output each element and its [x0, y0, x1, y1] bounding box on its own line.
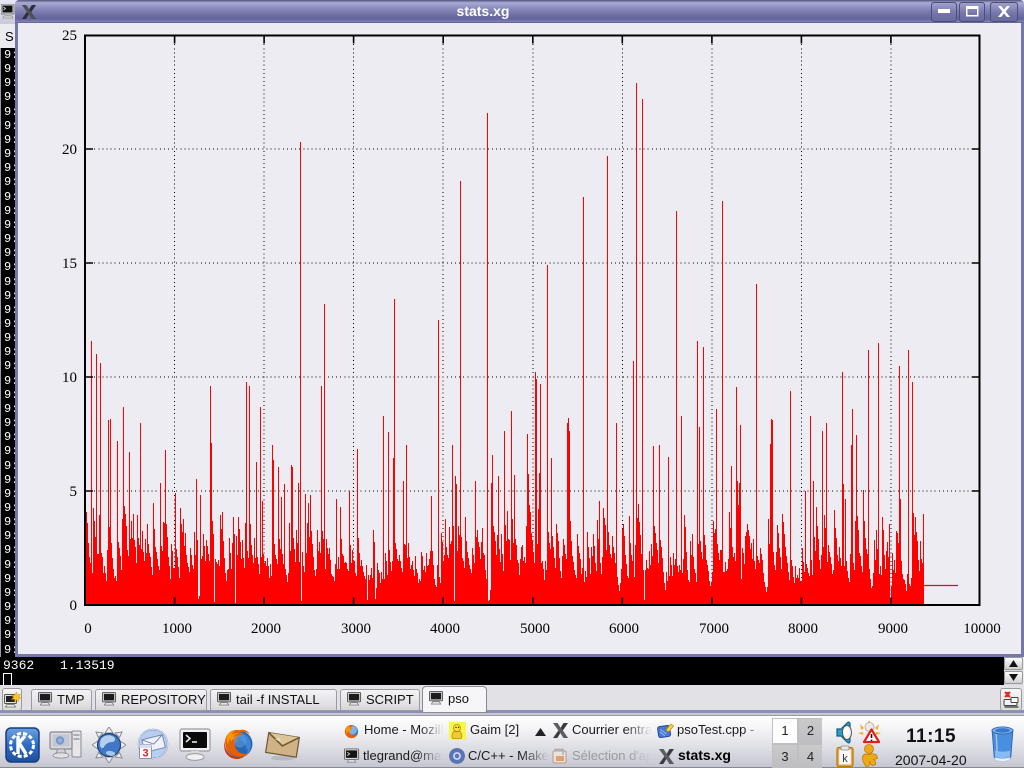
svg-text:5000: 5000 — [520, 621, 550, 637]
svg-text:k: k — [842, 753, 848, 765]
svg-text:7000: 7000 — [699, 621, 729, 637]
svg-text:20: 20 — [62, 142, 77, 158]
svg-text:6000: 6000 — [609, 621, 639, 637]
svg-text:15: 15 — [62, 256, 77, 272]
svg-text:9000: 9000 — [878, 621, 908, 637]
svg-text:0: 0 — [84, 621, 92, 637]
svg-text:25: 25 — [62, 28, 77, 44]
svg-text:4000: 4000 — [430, 621, 460, 637]
svg-text:1000: 1000 — [162, 621, 192, 637]
svg-text:10: 10 — [62, 370, 77, 386]
svg-text:3: 3 — [142, 748, 148, 760]
svg-text:0: 0 — [70, 598, 78, 614]
svg-text:2000: 2000 — [251, 621, 281, 637]
svg-text:8000: 8000 — [788, 621, 818, 637]
svg-text:10000: 10000 — [963, 621, 1001, 637]
svg-text:3000: 3000 — [341, 621, 371, 637]
svg-text:5: 5 — [70, 484, 78, 500]
